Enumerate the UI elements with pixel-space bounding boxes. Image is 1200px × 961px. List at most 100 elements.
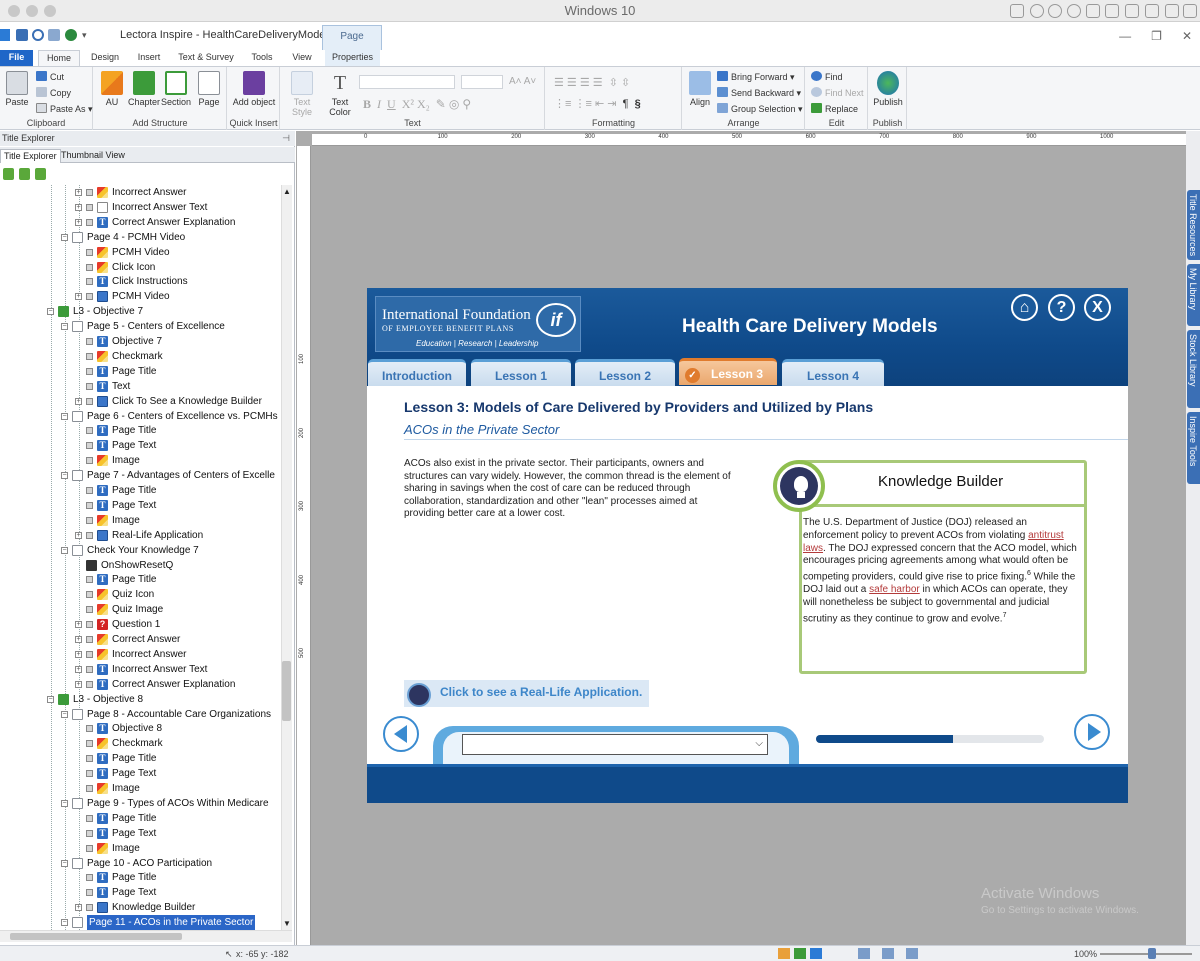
- tab-title-explorer[interactable]: Title Explorer: [0, 149, 61, 163]
- visibility-checkbox[interactable]: [86, 621, 93, 629]
- tree-item[interactable]: +? Question 1: [0, 617, 280, 632]
- zoom-slider-thumb[interactable]: [1148, 948, 1156, 959]
- expand-toggle-icon[interactable]: +: [75, 189, 82, 196]
- expand-toggle-icon[interactable]: −: [61, 859, 68, 867]
- tree-item[interactable]: − Page 7 - Advantages of Centers of Excel…: [0, 468, 280, 483]
- tab-stock-library[interactable]: Stock Library: [1187, 330, 1200, 408]
- tree-item[interactable]: T Page Title: [0, 423, 280, 438]
- add-object-button[interactable]: Add object: [232, 71, 276, 107]
- settings-icon[interactable]: [1086, 4, 1100, 18]
- tree-item[interactable]: T Page Text: [0, 885, 280, 900]
- tree-item[interactable]: T Objective 7: [0, 334, 280, 349]
- visibility-checkbox[interactable]: [86, 203, 93, 211]
- text-style-button[interactable]: Text Style: [283, 71, 321, 117]
- expand-toggle-icon[interactable]: +: [75, 293, 82, 301]
- page-jump-select[interactable]: ⌵: [462, 734, 768, 755]
- tab-properties[interactable]: Properties: [325, 50, 380, 66]
- visibility-checkbox[interactable]: [86, 189, 93, 196]
- expand-toggle-icon[interactable]: +: [75, 636, 82, 643]
- mic-icon[interactable]: [1030, 4, 1044, 18]
- tree-item[interactable]: T Text: [0, 379, 280, 394]
- expand-toggle-icon[interactable]: −: [61, 710, 68, 718]
- visibility-checkbox[interactable]: [86, 516, 93, 524]
- group-selection-button[interactable]: Group Selection ▾: [717, 103, 803, 115]
- tree-item[interactable]: + Correct Answer: [0, 632, 280, 647]
- tree-hscroll-thumb[interactable]: [10, 933, 182, 940]
- tab-insert[interactable]: Insert: [130, 50, 168, 66]
- tree-item[interactable]: T Page Text: [0, 438, 280, 453]
- paste-as-button[interactable]: Paste As ▾: [36, 103, 93, 115]
- visibility-checkbox[interactable]: [86, 293, 93, 301]
- expand-toggle-icon[interactable]: −: [61, 233, 68, 241]
- expand-toggle-icon[interactable]: −: [61, 412, 68, 420]
- send-backward-button[interactable]: Send Backward ▾: [717, 87, 801, 99]
- tree-item[interactable]: − Page 11 - ACOs in the Private Sector: [0, 915, 280, 930]
- tree-item[interactable]: Checkmark: [0, 736, 280, 751]
- align-button[interactable]: Align: [687, 71, 713, 107]
- tab-title-resources[interactable]: Title Resources: [1187, 190, 1200, 260]
- restore-icon[interactable]: ❐: [1151, 29, 1162, 43]
- visibility-checkbox[interactable]: [86, 367, 93, 375]
- expand-toggle-icon[interactable]: −: [61, 546, 68, 554]
- add-page-button[interactable]: Page: [196, 71, 222, 107]
- tree-item[interactable]: + Click To See a Knowledge Builder: [0, 394, 280, 409]
- tree-item[interactable]: T Page Title: [0, 572, 280, 587]
- tree-item[interactable]: + Incorrect Answer: [0, 647, 280, 662]
- visibility-checkbox[interactable]: [86, 427, 93, 435]
- tree-item[interactable]: T Page Text: [0, 498, 280, 513]
- expand-toggle-icon[interactable]: −: [61, 323, 68, 331]
- globe-icon[interactable]: [65, 29, 77, 41]
- qat-dropdown-icon[interactable]: ▾: [82, 30, 87, 41]
- tree-item[interactable]: Image: [0, 781, 280, 796]
- find-next-button[interactable]: Find Next: [811, 87, 864, 98]
- tree-item[interactable]: + T Correct Answer Explanation: [0, 677, 280, 692]
- record-icon[interactable]: [1067, 4, 1081, 18]
- scroll-down-icon[interactable]: ▼: [283, 919, 291, 928]
- publish-button[interactable]: Publish: [873, 71, 903, 107]
- tree-item[interactable]: − Page 4 - PCMH Video: [0, 230, 280, 245]
- tree-item[interactable]: PCMH Video: [0, 245, 280, 260]
- tree-item[interactable]: + Real-Life Application: [0, 528, 280, 543]
- tab-introduction[interactable]: Introduction: [368, 359, 466, 386]
- tab-my-library[interactable]: My Library: [1187, 264, 1200, 326]
- tree-item[interactable]: Checkmark: [0, 349, 280, 364]
- replace-button[interactable]: Replace: [811, 103, 858, 114]
- visibility-checkbox[interactable]: [86, 397, 93, 405]
- tree-item[interactable]: + Incorrect Answer: [0, 185, 280, 200]
- tab-text-survey[interactable]: Text & Survey: [172, 50, 240, 66]
- tree-scroll-thumb[interactable]: [282, 661, 291, 721]
- expand-toggle-icon[interactable]: +: [75, 665, 82, 673]
- add-au-button[interactable]: AU: [100, 71, 124, 107]
- expand-toggle-icon[interactable]: −: [61, 799, 68, 807]
- safe-harbor-link[interactable]: safe harbor: [869, 584, 920, 595]
- tree-item[interactable]: + PCMH Video: [0, 289, 280, 304]
- expand-toggle-icon[interactable]: −: [61, 919, 68, 927]
- tree-item[interactable]: − L3 - Objective 7: [0, 304, 280, 319]
- expand-toggle-icon[interactable]: −: [47, 695, 54, 703]
- tree-item[interactable]: − Check Your Knowledge 7: [0, 543, 280, 558]
- tree-item[interactable]: − Page 8 - Accountable Care Organizations: [0, 707, 280, 722]
- camera-icon[interactable]: [1048, 4, 1062, 18]
- expand-toggle-icon[interactable]: +: [75, 203, 82, 211]
- tree-item[interactable]: − Page 9 - Types of ACOs Within Medicare: [0, 796, 280, 811]
- home-button[interactable]: ⌂: [1011, 294, 1038, 321]
- tree-item[interactable]: T Page Title: [0, 870, 280, 885]
- tree-item[interactable]: T Page Title: [0, 811, 280, 826]
- visibility-checkbox[interactable]: [86, 889, 93, 897]
- visibility-checkbox[interactable]: [86, 829, 93, 837]
- tab-file[interactable]: File: [0, 50, 33, 66]
- text-format-icons[interactable]: B I U X² X₂ ✎ ◎ ⚲: [363, 97, 471, 112]
- text-color-button[interactable]: T Text Color: [323, 71, 357, 117]
- visibility-checkbox[interactable]: [86, 814, 93, 822]
- expand-toggle-icon[interactable]: −: [61, 472, 68, 480]
- bring-forward-button[interactable]: Bring Forward ▾: [717, 71, 795, 83]
- tree-item[interactable]: T Page Text: [0, 766, 280, 781]
- tree-item[interactable]: T Page Text: [0, 826, 280, 841]
- visibility-checkbox[interactable]: [86, 278, 93, 286]
- visibility-checkbox[interactable]: [86, 740, 93, 748]
- tree-item[interactable]: Click Icon: [0, 260, 280, 275]
- tree-item[interactable]: − Page 10 - ACO Participation: [0, 856, 280, 871]
- tree-item[interactable]: Quiz Icon: [0, 587, 280, 602]
- tree-item[interactable]: T Click Instructions: [0, 274, 280, 289]
- expand-toggle-icon[interactable]: +: [75, 397, 82, 405]
